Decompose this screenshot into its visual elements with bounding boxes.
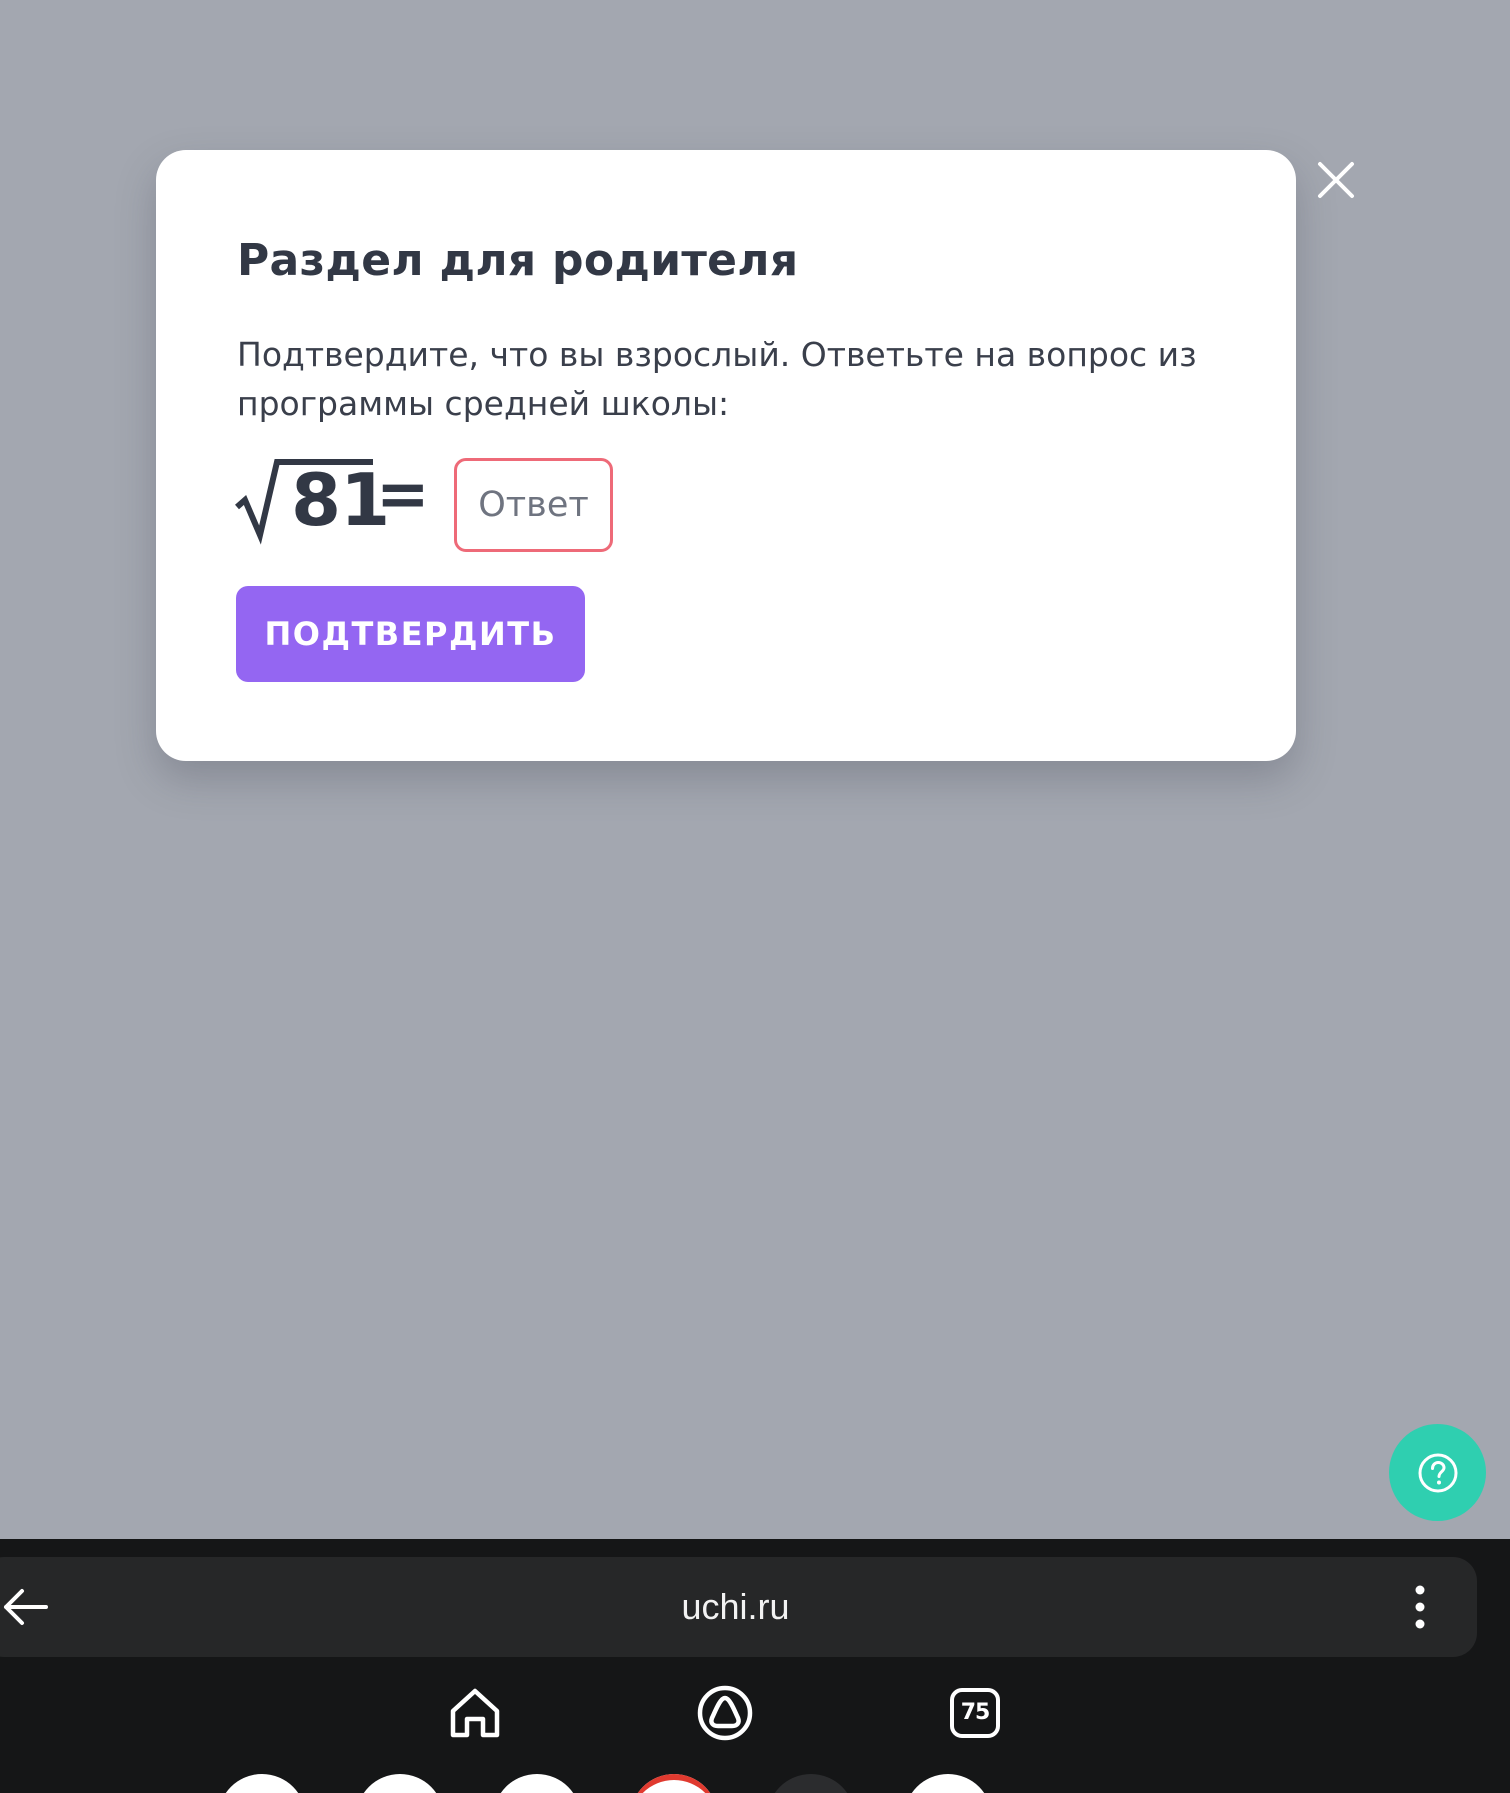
shortcut-bubble[interactable] <box>767 1774 855 1793</box>
equals-sign: = <box>376 458 430 532</box>
shortcut-bubble[interactable] <box>493 1774 581 1793</box>
help-button[interactable] <box>1389 1424 1486 1521</box>
arrow-left-icon[interactable] <box>2 1587 48 1627</box>
radicand-number: 81 <box>291 458 390 542</box>
home-icon[interactable] <box>447 1685 503 1741</box>
modal-description: Подтвердите, что вы взрослый. Ответьте н… <box>237 335 1197 423</box>
shortcut-bubble[interactable] <box>218 1774 306 1793</box>
close-icon <box>1318 162 1354 198</box>
tabs-count: 75 <box>960 1700 991 1725</box>
shortcut-bubble[interactable] <box>630 1774 718 1793</box>
more-vertical-icon[interactable] <box>1410 1585 1430 1629</box>
answer-input[interactable] <box>454 458 613 552</box>
modal-title: Раздел для родителя <box>237 235 799 286</box>
close-button[interactable] <box>1316 160 1356 200</box>
math-question: 81 = <box>235 456 430 556</box>
url-text[interactable]: uchi.ru <box>0 1557 1477 1657</box>
shortcut-bubble[interactable] <box>356 1774 444 1793</box>
browser-bottom-bar: uchi.ru 75 <box>0 1539 1510 1793</box>
parent-gate-modal: Раздел для родителя Подтвердите, что вы … <box>156 150 1296 761</box>
alice-icon[interactable] <box>697 1685 753 1741</box>
question-icon <box>1418 1453 1457 1492</box>
address-bar[interactable]: uchi.ru <box>0 1557 1477 1657</box>
shortcut-bubble[interactable] <box>904 1774 992 1793</box>
confirm-button[interactable]: ПОДТВЕРДИТЬ <box>236 586 585 682</box>
tabs-button[interactable]: 75 <box>947 1685 1003 1741</box>
